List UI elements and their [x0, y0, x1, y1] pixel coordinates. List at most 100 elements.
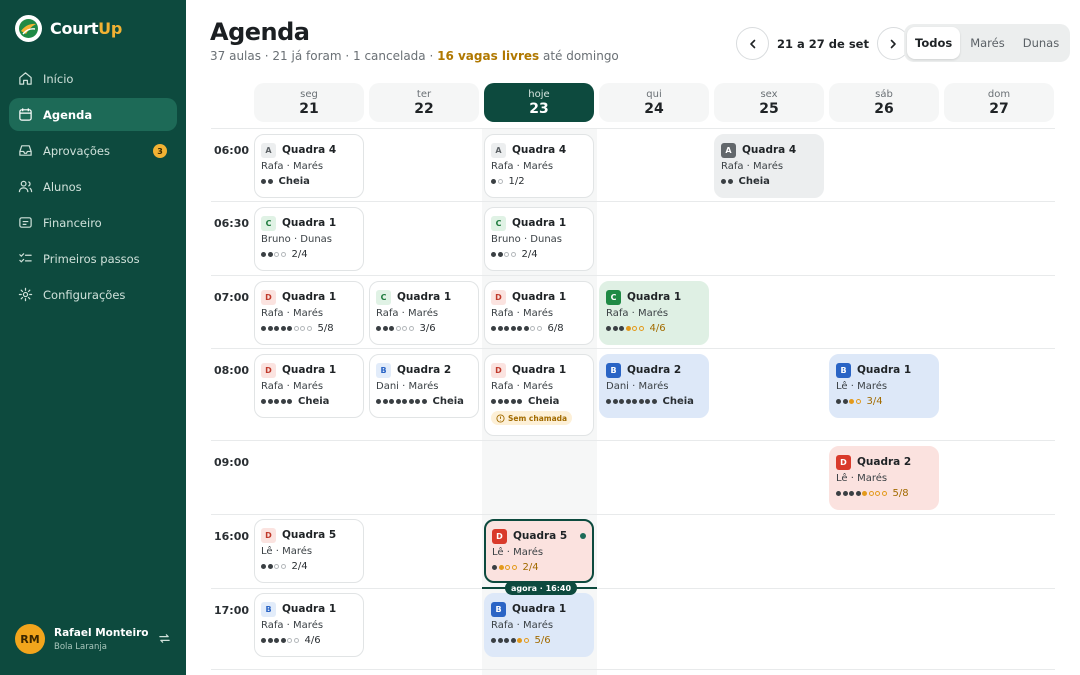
day-name: seg — [300, 89, 318, 100]
court-name: Quadra 5 — [513, 530, 568, 542]
level-badge: B — [491, 601, 506, 617]
filter-option[interactable]: Dunas — [1015, 27, 1067, 59]
seat-dot — [287, 398, 292, 404]
seat-dot — [280, 251, 286, 257]
sidebar-item-2[interactable]: Aprovações 3 — [9, 134, 177, 167]
seat-dot — [382, 325, 388, 331]
grid-line — [211, 514, 1055, 515]
occupancy-count: 1/2 — [508, 175, 525, 187]
filter-option[interactable]: Todos — [907, 27, 961, 59]
class-card[interactable]: C Quadra 1 Bruno · Dunas 2/4 — [254, 207, 364, 271]
class-card[interactable]: A Quadra 4 Rafa · Marés Cheia — [254, 134, 364, 198]
sidebar: CourtUp Início Agenda Aprovações 3 Alunos… — [0, 0, 186, 675]
class-card[interactable]: A Quadra 4 Rafa · Marés Cheia — [714, 134, 824, 198]
prev-week-button[interactable] — [736, 27, 769, 60]
day-date: 25 — [759, 101, 779, 117]
seat-dot — [721, 178, 726, 184]
seat-dot — [849, 398, 854, 404]
sidebar-item-6[interactable]: Configurações — [9, 278, 177, 311]
seat-dot — [261, 563, 266, 569]
level-badge: A — [721, 142, 736, 158]
day-date: 21 — [299, 101, 319, 117]
day-header[interactable]: sex 25 — [714, 83, 824, 122]
sidebar-item-0[interactable]: Início — [9, 62, 177, 95]
occupancy: 5/8 — [836, 487, 932, 499]
seat-dot — [274, 637, 279, 643]
chevron-left-icon — [749, 39, 755, 48]
occupancy-count: 6/8 — [547, 322, 564, 334]
sidebar-item-label: Configurações — [43, 287, 126, 302]
court-name: Quadra 2 — [397, 364, 452, 376]
seat-dot — [523, 325, 529, 331]
day-name: sáb — [875, 89, 893, 100]
filter-option[interactable]: Marés — [962, 27, 1013, 59]
coach-location: Rafa · Marés — [491, 620, 554, 631]
court-name: Quadra 1 — [857, 364, 912, 376]
seat-dots — [261, 178, 273, 184]
class-card[interactable]: D Quadra 5 Lê · Marés 2/4 — [484, 519, 594, 583]
seat-dot — [261, 637, 266, 643]
court-name: Quadra 1 — [282, 217, 337, 229]
switch-account-icon[interactable] — [158, 632, 171, 645]
class-card[interactable]: C Quadra 1 Rafa · Marés 3/6 — [369, 281, 479, 345]
coach-location: Lê · Marés — [492, 547, 544, 558]
day-header[interactable]: dom 27 — [944, 83, 1054, 122]
class-card[interactable]: A Quadra 4 Rafa · Marés 1/2 — [484, 134, 594, 198]
class-card[interactable]: B Quadra 2 Dani · Marés Cheia — [599, 354, 709, 418]
coach-location: Rafa · Marés — [261, 381, 324, 392]
seat-dot — [261, 325, 266, 331]
day-date: 22 — [414, 101, 434, 117]
sidebar-item-4[interactable]: Financeiro — [9, 206, 177, 239]
class-card[interactable]: B Quadra 1 Rafa · Marés 5/6 — [484, 593, 594, 657]
coach-location: Rafa · Marés — [491, 381, 554, 392]
occupancy: 2/4 — [492, 561, 586, 573]
class-card[interactable]: D Quadra 1 Rafa · Marés 6/8 — [484, 281, 594, 345]
class-card[interactable]: D Quadra 1 Rafa · Marés Cheia Sem chamad… — [484, 354, 594, 436]
sidebar-item-3[interactable]: Alunos — [9, 170, 177, 203]
class-card[interactable]: B Quadra 1 Lê · Marés 3/4 — [829, 354, 939, 418]
class-card[interactable]: B Quadra 1 Rafa · Marés 4/6 — [254, 593, 364, 657]
day-header-today[interactable]: hoje 23 — [484, 83, 594, 122]
court-name: Quadra 1 — [512, 217, 567, 229]
class-card[interactable]: D Quadra 2 Lê · Marés 5/8 — [829, 446, 939, 510]
seat-dot — [280, 563, 286, 569]
sidebar-item-label: Alunos — [43, 179, 82, 194]
seat-dot — [849, 490, 854, 496]
sidebar-item-1[interactable]: Agenda — [9, 98, 177, 131]
coach-location: Rafa · Marés — [491, 161, 554, 172]
occupancy-count: Cheia — [432, 395, 464, 407]
court-name: Quadra 2 — [627, 364, 682, 376]
occupancy-count: Cheia — [278, 175, 310, 187]
day-header[interactable]: qui 24 — [599, 83, 709, 122]
day-header[interactable]: ter 22 — [369, 83, 479, 122]
class-card[interactable]: C Quadra 1 Rafa · Marés 4/6 — [599, 281, 709, 345]
class-card[interactable]: D Quadra 1 Rafa · Marés 5/8 — [254, 281, 364, 345]
live-indicator-icon — [580, 533, 586, 539]
time-label: 07:00 — [214, 291, 250, 304]
occupancy: Cheia — [261, 395, 357, 407]
class-card[interactable]: D Quadra 5 Lê · Marés 2/4 — [254, 519, 364, 583]
seat-dots — [261, 325, 312, 331]
seat-dot — [510, 325, 516, 331]
level-badge: A — [261, 142, 276, 158]
coach-location: Rafa · Marés — [721, 161, 784, 172]
coach-location: Lê · Marés — [261, 546, 313, 557]
day-header[interactable]: seg 21 — [254, 83, 364, 122]
brand[interactable]: CourtUp — [15, 15, 122, 42]
day-header[interactable]: sáb 26 — [829, 83, 939, 122]
class-card[interactable]: B Quadra 2 Dani · Marés Cheia — [369, 354, 479, 418]
seat-dot — [504, 637, 509, 643]
user-profile[interactable]: RM Rafael Monteiro Bola Laranja — [15, 624, 175, 654]
seat-dot — [280, 637, 286, 643]
seat-dots — [721, 178, 733, 184]
class-card[interactable]: C Quadra 1 Bruno · Dunas 2/4 — [484, 207, 594, 271]
seat-dot — [306, 325, 312, 331]
seat-dots — [836, 490, 887, 496]
sidebar-item-5[interactable]: Primeiros passos — [9, 242, 177, 275]
seat-dots — [261, 563, 286, 569]
grid-line — [211, 348, 1055, 349]
class-card[interactable]: D Quadra 1 Rafa · Marés Cheia — [254, 354, 364, 418]
seat-dot — [261, 251, 266, 257]
inbox-icon — [19, 145, 32, 156]
gear-icon — [18, 287, 33, 302]
